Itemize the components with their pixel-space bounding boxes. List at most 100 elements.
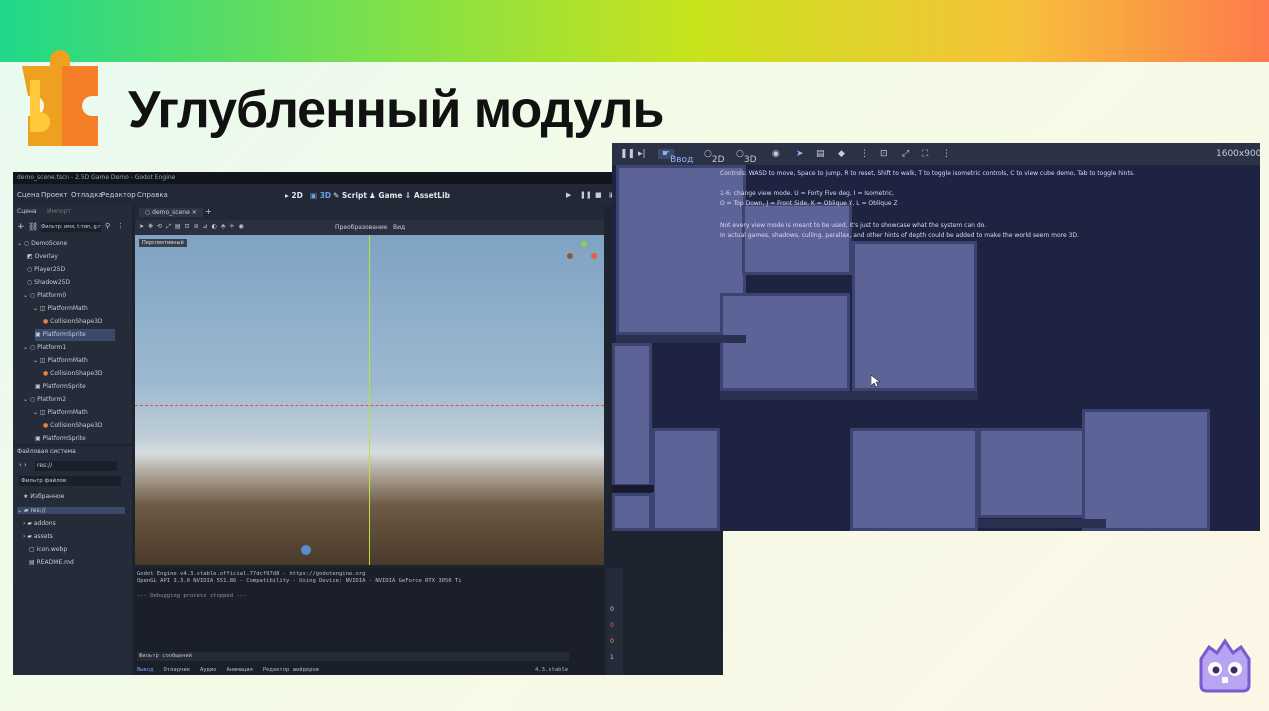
fit-icon[interactable]: ⤢ [902, 149, 909, 159]
workspace-game[interactable]: ♟ Game [369, 191, 402, 200]
scene-filter-input[interactable]: Фильтр: имя, t:тип, g:группа [41, 222, 101, 232]
select-icon[interactable]: ➤ [796, 149, 804, 159]
camera-icon[interactable]: ◆ [838, 149, 845, 159]
add-tab-icon[interactable]: + [205, 207, 212, 216]
workspace-2d[interactable]: ▸ 2D [285, 191, 303, 200]
tree-node-shadow25d[interactable]: ○ Shadow25D [27, 277, 70, 289]
menu-scene[interactable]: Сцена [17, 191, 40, 199]
hint-line-5: In actual games, shadows, culling, paral… [720, 232, 1079, 239]
platform-edge [616, 335, 746, 343]
tree-node-platformsprite[interactable]: ▣ PlatformSprite [35, 433, 86, 445]
tree-node-platformmath[interactable]: ⌄ ◫ PlatformMath [33, 355, 88, 367]
res-folder[interactable]: ⌄ ▰ res:// [17, 507, 125, 514]
pause-icon[interactable]: ❚❚ [620, 149, 635, 159]
tree-node-overlay[interactable]: ◩ Overlay [27, 251, 58, 263]
tree-node-platformmath[interactable]: ⌄ ◫ PlatformMath [33, 303, 88, 315]
tree-node-demoscene[interactable]: ⌄ ○ DemoScene [17, 238, 67, 250]
tree-node-platformsprite-selected[interactable]: ▣ PlatformSprite [35, 329, 115, 341]
tab-scene[interactable]: Сцена [17, 208, 37, 215]
path-input[interactable]: res:// [35, 461, 117, 471]
tab-audio[interactable]: Аудио [200, 667, 217, 673]
platform-tile [612, 493, 652, 531]
visibility-icon[interactable]: ◉ [772, 149, 780, 159]
folder-addons[interactable]: › ▰ addons [23, 520, 56, 527]
platform-edge [978, 519, 1106, 528]
stop-icon[interactable]: ■ [595, 191, 602, 199]
menu-debug[interactable]: Отладка [71, 191, 103, 199]
version-label: 4.3.stable [535, 667, 569, 673]
info-count[interactable]: 1 [610, 654, 614, 661]
player-marker-icon [301, 545, 311, 555]
favorites-item[interactable]: ★ Избранное [23, 493, 64, 500]
platform-tile [742, 203, 852, 275]
log-count[interactable]: 0 [610, 606, 614, 613]
godot-logo [1199, 638, 1251, 693]
mode-3d-button[interactable]: ○ 3D [736, 149, 757, 165]
workspace-script[interactable]: ✎ Script [333, 191, 367, 200]
pause-icon[interactable]: ❚❚ [580, 191, 592, 199]
platform-tile [1082, 409, 1210, 531]
more-icon[interactable]: ⋮ [860, 149, 869, 159]
tree-node-player25d[interactable]: ○ Player25D [27, 264, 65, 276]
list-icon[interactable]: ▤ [816, 149, 825, 159]
gizmo-z-icon[interactable] [567, 253, 573, 259]
hint-line-1: Controls: WASD to move, Space to jump, R… [720, 170, 1135, 177]
gizmo-x-icon[interactable] [591, 253, 597, 259]
platform-tile [612, 343, 652, 487]
hint-line-4: Not every view mode is meant to be used,… [720, 222, 987, 229]
tree-node-collisionshape[interactable]: ● CollisionShape3D [43, 420, 103, 432]
output-panel: Godot Engine v4.3.stable.official.77dcf9… [135, 568, 604, 675]
game-view[interactable]: Controls: WASD to move, Space to jump, R… [612, 143, 1260, 531]
file-icon-webp[interactable]: ▢ icon.webp [29, 546, 67, 553]
y-axis-line [369, 235, 370, 565]
slide-header-gradient [0, 0, 1269, 62]
next-frame-icon[interactable]: ▸| [638, 149, 646, 159]
more-icon[interactable]: ⋮ [117, 222, 124, 230]
tree-node-platform2[interactable]: ⌄ ○ Platform2 [23, 394, 66, 406]
tool-icons[interactable]: ➤✥⟲⤢▤⊡⊘⊿◐⬘✛◉ [139, 223, 248, 231]
mode-2d-button[interactable]: ○ 2D [704, 149, 725, 165]
tree-node-platformsprite[interactable]: ▣ PlatformSprite [35, 381, 86, 393]
warning-count[interactable]: 0 [610, 638, 614, 645]
scene-tab[interactable]: ○ demo_scene ✕ [139, 208, 203, 217]
workspace-assetlib[interactable]: ⇩ AssetLib [405, 191, 450, 200]
tab-debugger[interactable]: Отладчик [164, 667, 191, 673]
platform-tile [852, 241, 977, 391]
tab-animation[interactable]: Анимация [226, 667, 253, 673]
menu-project[interactable]: Проект [41, 191, 68, 199]
error-count[interactable]: 0 [610, 622, 614, 629]
output-line-3: --- Debugging process stopped --- [137, 593, 247, 599]
hint-line-3: O = Top Down, J = Front Side, K = Obliqu… [720, 200, 898, 207]
3d-viewport[interactable]: Перспективный [135, 235, 604, 565]
link-icon[interactable]: ⛓ [28, 222, 38, 231]
tab-shader-editor[interactable]: Редактор шейдеров [263, 667, 319, 673]
tree-node-collisionshape[interactable]: ● CollisionShape3D [43, 316, 103, 328]
more-icon[interactable]: ⋮ [942, 149, 951, 159]
menu-view[interactable]: Вид [393, 224, 405, 231]
tab-output[interactable]: Вывод [137, 667, 154, 673]
gizmo-y-icon[interactable] [581, 241, 587, 247]
workspace-3d[interactable]: ▣ 3D [310, 191, 331, 200]
menu-editor[interactable]: Редактор [101, 191, 136, 199]
tree-node-platform0[interactable]: ⌄ ○ Platform0 [23, 290, 66, 302]
perspective-label[interactable]: Перспективный [139, 239, 187, 247]
folder-assets[interactable]: › ▰ assets [23, 533, 53, 540]
file-filter-input[interactable]: Фильтр файлов [19, 476, 121, 486]
x-axis-line [135, 405, 604, 406]
focus-icon[interactable]: ⊡ [880, 149, 888, 159]
menu-help[interactable]: Справка [137, 191, 168, 199]
tree-node-collisionshape[interactable]: ● CollisionShape3D [43, 368, 103, 380]
play-icon[interactable]: ▶ [566, 191, 571, 199]
output-filter-input[interactable]: Фильтр сообщений [137, 652, 569, 661]
fullscreen-icon[interactable]: ⛶ [922, 149, 928, 159]
tab-import[interactable]: Импорт [47, 208, 71, 215]
menu-transform[interactable]: Преобразование [335, 224, 387, 231]
tree-node-platformmath[interactable]: ⌄ ◫ PlatformMath [33, 407, 88, 419]
viewport-toolbar: ➤✥⟲⤢▤⊡⊘⊿◐⬘✛◉ Преобразование Вид [135, 220, 604, 235]
nav-arrows-icon[interactable]: ‹ › [19, 461, 27, 469]
search-icon[interactable]: ⚲ [105, 222, 110, 230]
add-node-icon[interactable]: + [17, 222, 25, 232]
input-mode-button[interactable]: ☛ Ввод [658, 149, 693, 165]
file-readme[interactable]: ▤ README.md [29, 559, 74, 566]
tree-node-platform1[interactable]: ⌄ ○ Platform1 [23, 342, 66, 354]
